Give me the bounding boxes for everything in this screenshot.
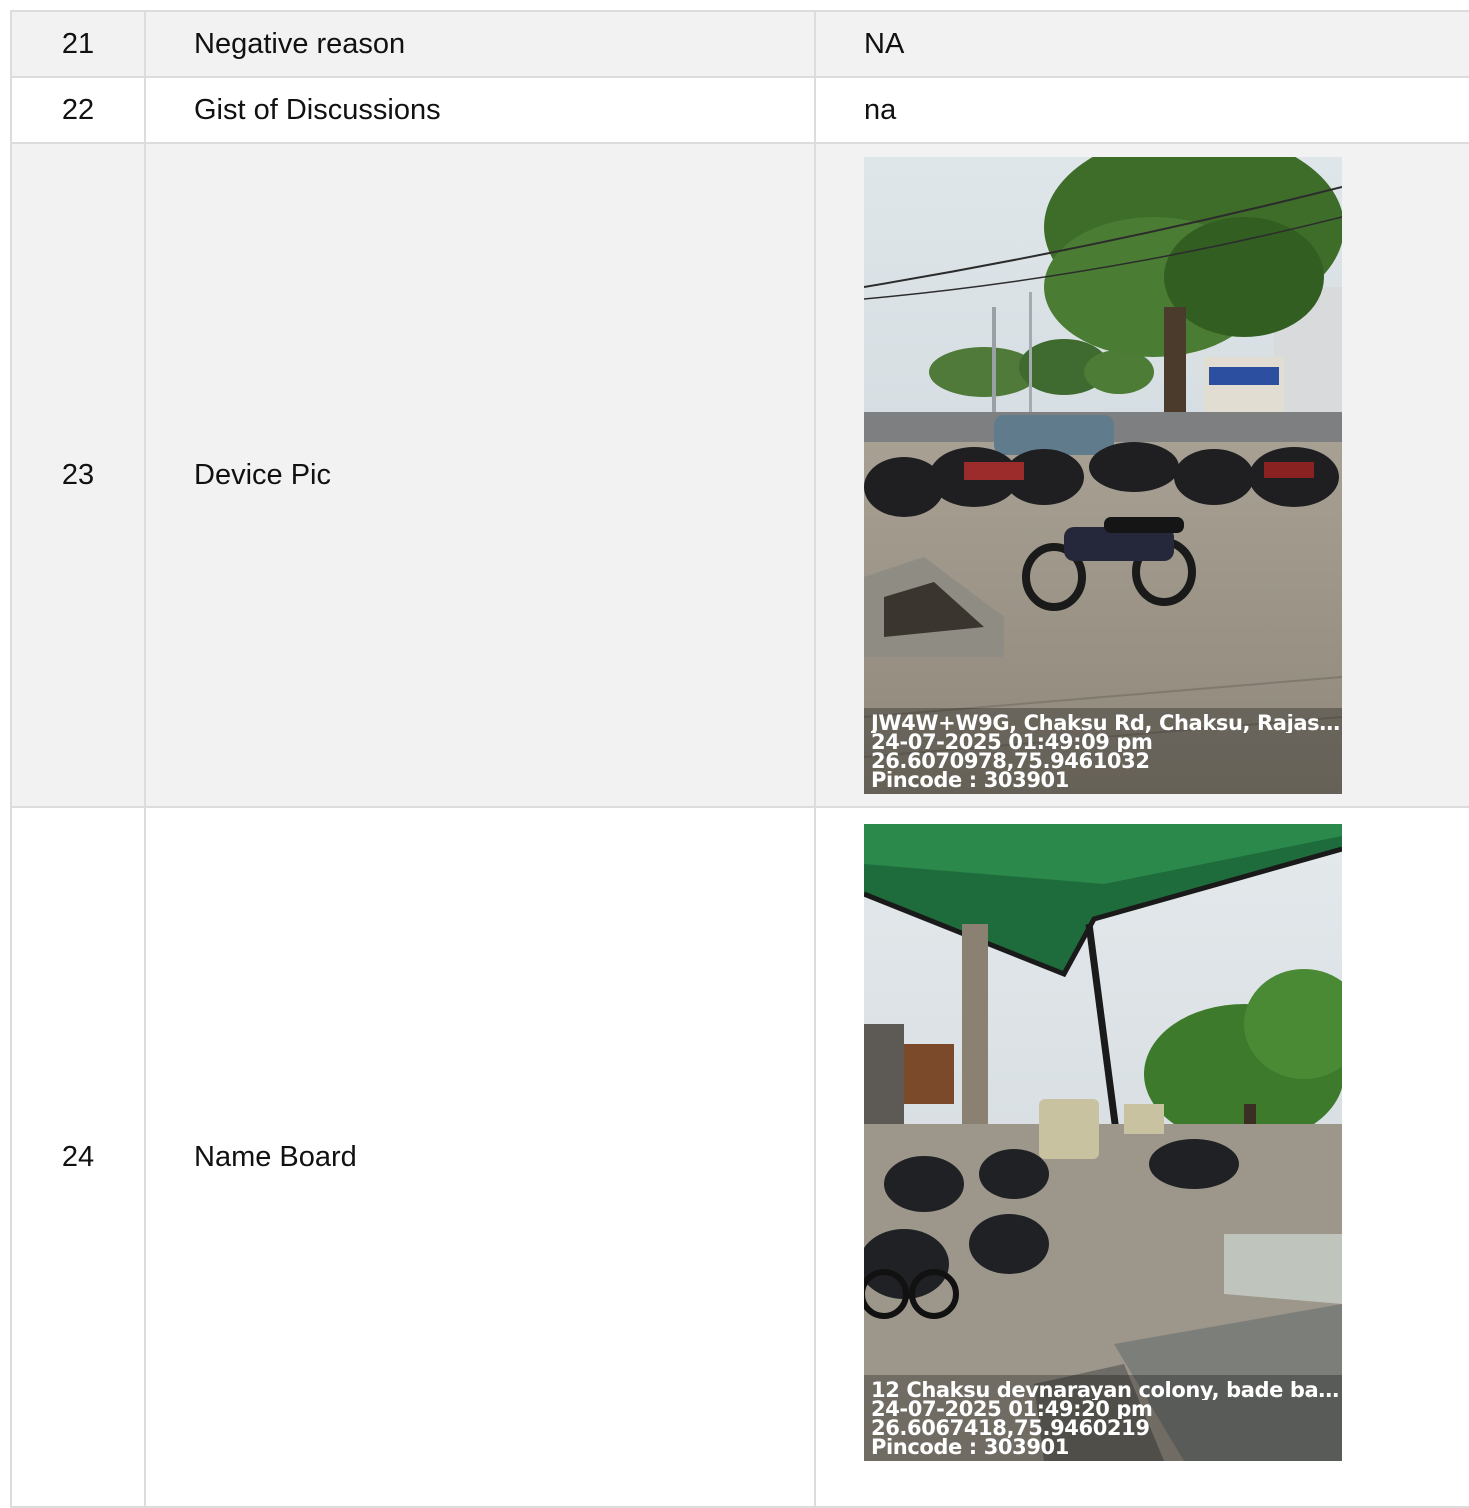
table-row: 24 Name Board 12 Chaksu devnarayan colon…	[10, 806, 1469, 1508]
stamp-datetime: 24-07-2025 01:49:20 pm	[871, 1400, 1153, 1419]
photo-geotag-stamp: 12 Chaksu devnarayan colony, bade balaji…	[864, 1375, 1342, 1461]
stamp-coordinates: 26.6067418,75.9460219	[871, 1419, 1150, 1438]
report-sheet: 21 Negative reason NA 22 Gist of Discuss…	[10, 10, 1469, 1508]
details-table: 21 Negative reason NA 22 Gist of Discuss…	[10, 10, 1469, 1508]
stamp-address: JW4W+W9G, Chaksu Rd, Chaksu, Rajasthan	[871, 713, 1342, 733]
field-label: Negative reason	[144, 10, 816, 78]
field-label: Gist of Discussions	[144, 76, 816, 144]
name-board-photo[interactable]: 12 Chaksu devnarayan colony, bade balaji…	[864, 824, 1342, 1461]
table-row: 23 Device Pic JW4W+W9G, Chaksu Rd, Chaks…	[10, 142, 1469, 808]
street-photo-green-canopy-image	[864, 824, 1342, 1461]
stamp-address: 12 Chaksu devnarayan colony, bade balaji…	[871, 1381, 1342, 1400]
stamp-pincode: Pincode : 303901	[871, 1438, 1069, 1457]
stamp-pincode: Pincode : 303901	[871, 770, 1069, 790]
row-number: 24	[10, 806, 146, 1508]
field-label: Name Board	[144, 806, 816, 1508]
row-number: 21	[10, 10, 146, 78]
photo-geotag-stamp: JW4W+W9G, Chaksu Rd, Chaksu, Rajasthan 2…	[864, 707, 1342, 794]
row-number: 22	[10, 76, 146, 144]
row-number: 23	[10, 142, 146, 808]
field-value: NA	[814, 10, 1469, 78]
field-value-photo-cell: 12 Chaksu devnarayan colony, bade balaji…	[814, 806, 1469, 1508]
field-value-photo-cell: JW4W+W9G, Chaksu Rd, Chaksu, Rajasthan 2…	[814, 142, 1469, 808]
table-row: 21 Negative reason NA	[10, 10, 1469, 78]
table-row: 22 Gist of Discussions na	[10, 76, 1469, 144]
stamp-coordinates: 26.6070978,75.9461032	[871, 751, 1150, 771]
stamp-datetime: 24-07-2025 01:49:09 pm	[871, 732, 1153, 752]
field-label: Device Pic	[144, 142, 816, 808]
street-photo-parked-motorcycles-image	[864, 156, 1342, 794]
field-value: na	[814, 76, 1469, 144]
device-pic-photo[interactable]: JW4W+W9G, Chaksu Rd, Chaksu, Rajasthan 2…	[864, 156, 1342, 794]
